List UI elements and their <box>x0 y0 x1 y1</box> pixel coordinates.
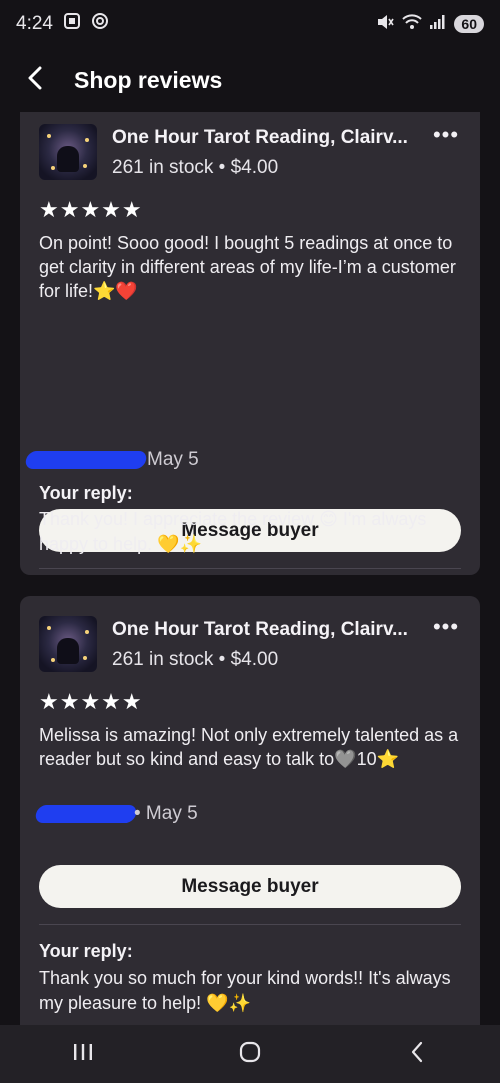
reviewer-row: May 5 <box>20 447 220 475</box>
page-title: Shop reviews <box>74 66 223 93</box>
fingerprint-icon <box>91 12 109 36</box>
more-horizontal-icon[interactable]: ••• <box>428 124 464 148</box>
listing-meta: 261 in stock • $4.00 <box>112 157 279 178</box>
divider <box>39 568 461 569</box>
status-left: 4:24 <box>16 12 109 36</box>
review-text: On point! Sooo good! I bought 5 readings… <box>39 233 456 301</box>
listing-title[interactable]: One Hour Tarot Reading, Clairv... <box>112 619 408 641</box>
recents-icon <box>72 1042 94 1067</box>
listing-thumbnail[interactable] <box>39 616 97 672</box>
home-icon <box>239 1041 261 1068</box>
status-time: 4:24 <box>16 13 53 34</box>
reviews-list[interactable]: One Hour Tarot Reading, Clairv... 261 in… <box>0 112 500 1025</box>
reply-text: Thank you so much for your kind words!! … <box>39 968 451 1013</box>
redacted-buyer-name <box>34 805 138 823</box>
review-date: May 5 <box>147 449 199 470</box>
redacted-buyer-name <box>24 451 148 469</box>
reviewer-row: • May 5 <box>20 801 220 829</box>
nav-back-icon <box>410 1041 424 1068</box>
system-nav-bar <box>0 1025 500 1083</box>
listing-row[interactable]: One Hour Tarot Reading, Clairv... 261 in… <box>39 616 466 676</box>
reply-label: Your reply: <box>39 941 133 961</box>
status-right: 60 <box>376 14 484 34</box>
listing-thumbnail[interactable] <box>39 124 97 180</box>
message-buyer-button[interactable]: Message buyer <box>39 865 461 908</box>
screenshot-icon <box>63 12 81 36</box>
battery-indicator: 60 <box>454 15 484 33</box>
listing-row[interactable]: One Hour Tarot Reading, Clairv... 261 in… <box>39 124 466 184</box>
nav-back-button[interactable] <box>387 1025 447 1083</box>
divider <box>39 924 461 925</box>
listing-title[interactable]: One Hour Tarot Reading, Clairv... <box>112 127 408 149</box>
arrow-back-icon <box>27 66 43 95</box>
reply-label: Your reply: <box>39 483 133 503</box>
recents-button[interactable] <box>53 1025 113 1083</box>
home-button[interactable] <box>220 1025 280 1083</box>
back-button[interactable] <box>0 48 70 112</box>
status-bar: 4:24 60 <box>0 0 500 48</box>
mute-icon <box>376 14 395 34</box>
signal-icon <box>430 15 446 33</box>
review-card: One Hour Tarot Reading, Clairv... 261 in… <box>20 596 480 1025</box>
listing-meta: 261 in stock • $4.00 <box>112 649 279 670</box>
star-rating: ★★★★★ <box>39 689 143 714</box>
more-horizontal-icon[interactable]: ••• <box>428 616 464 640</box>
review-card: One Hour Tarot Reading, Clairv... 261 in… <box>20 112 480 575</box>
wifi-icon <box>402 14 423 34</box>
review-text: Melissa is amazing! Not only extremely t… <box>39 725 459 769</box>
review-date: • May 5 <box>134 803 198 824</box>
app-bar: Shop reviews <box>0 48 500 112</box>
star-rating: ★★★★★ <box>39 197 143 222</box>
reply-text: Thank you! I appreciate the review 😊 I'm… <box>39 509 427 554</box>
